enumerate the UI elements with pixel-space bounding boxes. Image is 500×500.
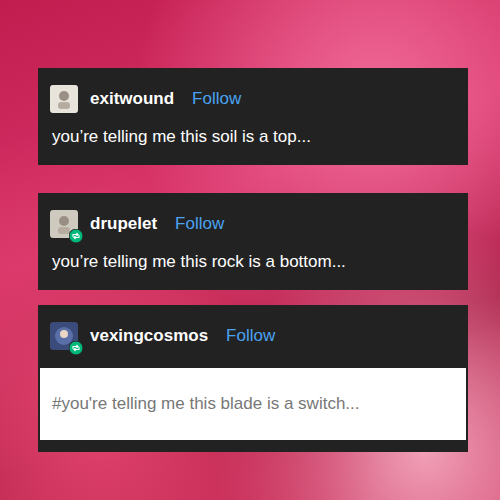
post-card: drupelet Follow you’re telling me this r… <box>38 193 468 290</box>
post-card: vexingcosmos Follow #you're telling me t… <box>38 305 468 452</box>
post-text: you’re telling me this soil is a top... <box>38 119 468 165</box>
avatar[interactable] <box>50 210 78 238</box>
reblog-icon <box>69 229 83 243</box>
reblog-icon <box>69 341 83 355</box>
follow-button[interactable]: Follow <box>192 89 241 109</box>
post-text: you’re telling me this rock is a bottom.… <box>38 244 468 290</box>
username[interactable]: drupelet <box>90 214 157 234</box>
avatar[interactable] <box>50 322 78 350</box>
post-tag[interactable]: #you're telling me this blade is a switc… <box>52 394 360 414</box>
avatar-icon[interactable] <box>50 85 78 113</box>
avatar[interactable] <box>50 85 78 113</box>
follow-button[interactable]: Follow <box>226 326 275 346</box>
post-stack: exitwound Follow you’re telling me this … <box>38 68 468 452</box>
follow-button[interactable]: Follow <box>175 214 224 234</box>
username[interactable]: vexingcosmos <box>90 326 208 346</box>
post-header: drupelet Follow <box>38 193 468 244</box>
tag-box: #you're telling me this blade is a switc… <box>40 368 466 440</box>
post-header: vexingcosmos Follow <box>38 305 468 356</box>
background-photo: exitwound Follow you’re telling me this … <box>0 0 500 500</box>
post-card: exitwound Follow you’re telling me this … <box>38 68 468 165</box>
post-header: exitwound Follow <box>38 68 468 119</box>
username[interactable]: exitwound <box>90 89 174 109</box>
